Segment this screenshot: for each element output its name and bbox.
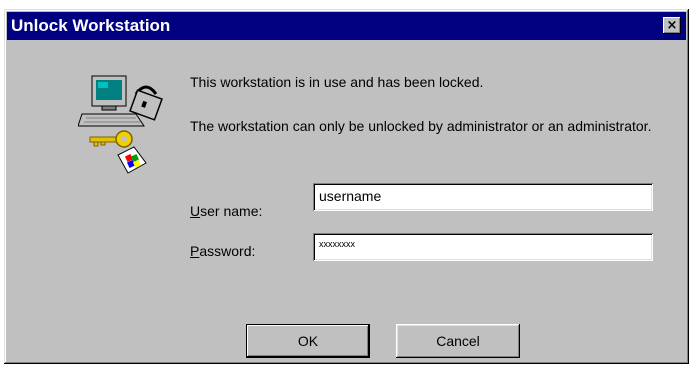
unlock-instructions: The workstation can only be unlocked by …	[190, 118, 652, 134]
username-label-accelerator: U	[190, 203, 201, 219]
unlock-workstation-dialog: Unlock Workstation × This workstation is…	[4, 9, 689, 364]
password-input[interactable]: xxxxxxxx	[313, 233, 653, 261]
username-label-text: ser name:	[200, 203, 263, 219]
locked-message: This workstation is in use and has been …	[190, 74, 484, 90]
ok-button[interactable]: OK	[246, 324, 370, 358]
password-label-text: assword:	[199, 243, 256, 259]
window-title: Unlock Workstation	[11, 16, 171, 35]
password-label-accelerator: P	[190, 243, 200, 259]
key-icon	[89, 130, 147, 174]
title-bar[interactable]: Unlock Workstation ×	[7, 12, 686, 40]
close-icon: ×	[666, 18, 678, 33]
username-input[interactable]: username	[313, 183, 653, 211]
password-label: Password:	[190, 242, 255, 260]
username-label: User name:	[190, 202, 262, 220]
close-button[interactable]: ×	[663, 17, 681, 34]
cancel-button[interactable]: Cancel	[396, 324, 520, 358]
